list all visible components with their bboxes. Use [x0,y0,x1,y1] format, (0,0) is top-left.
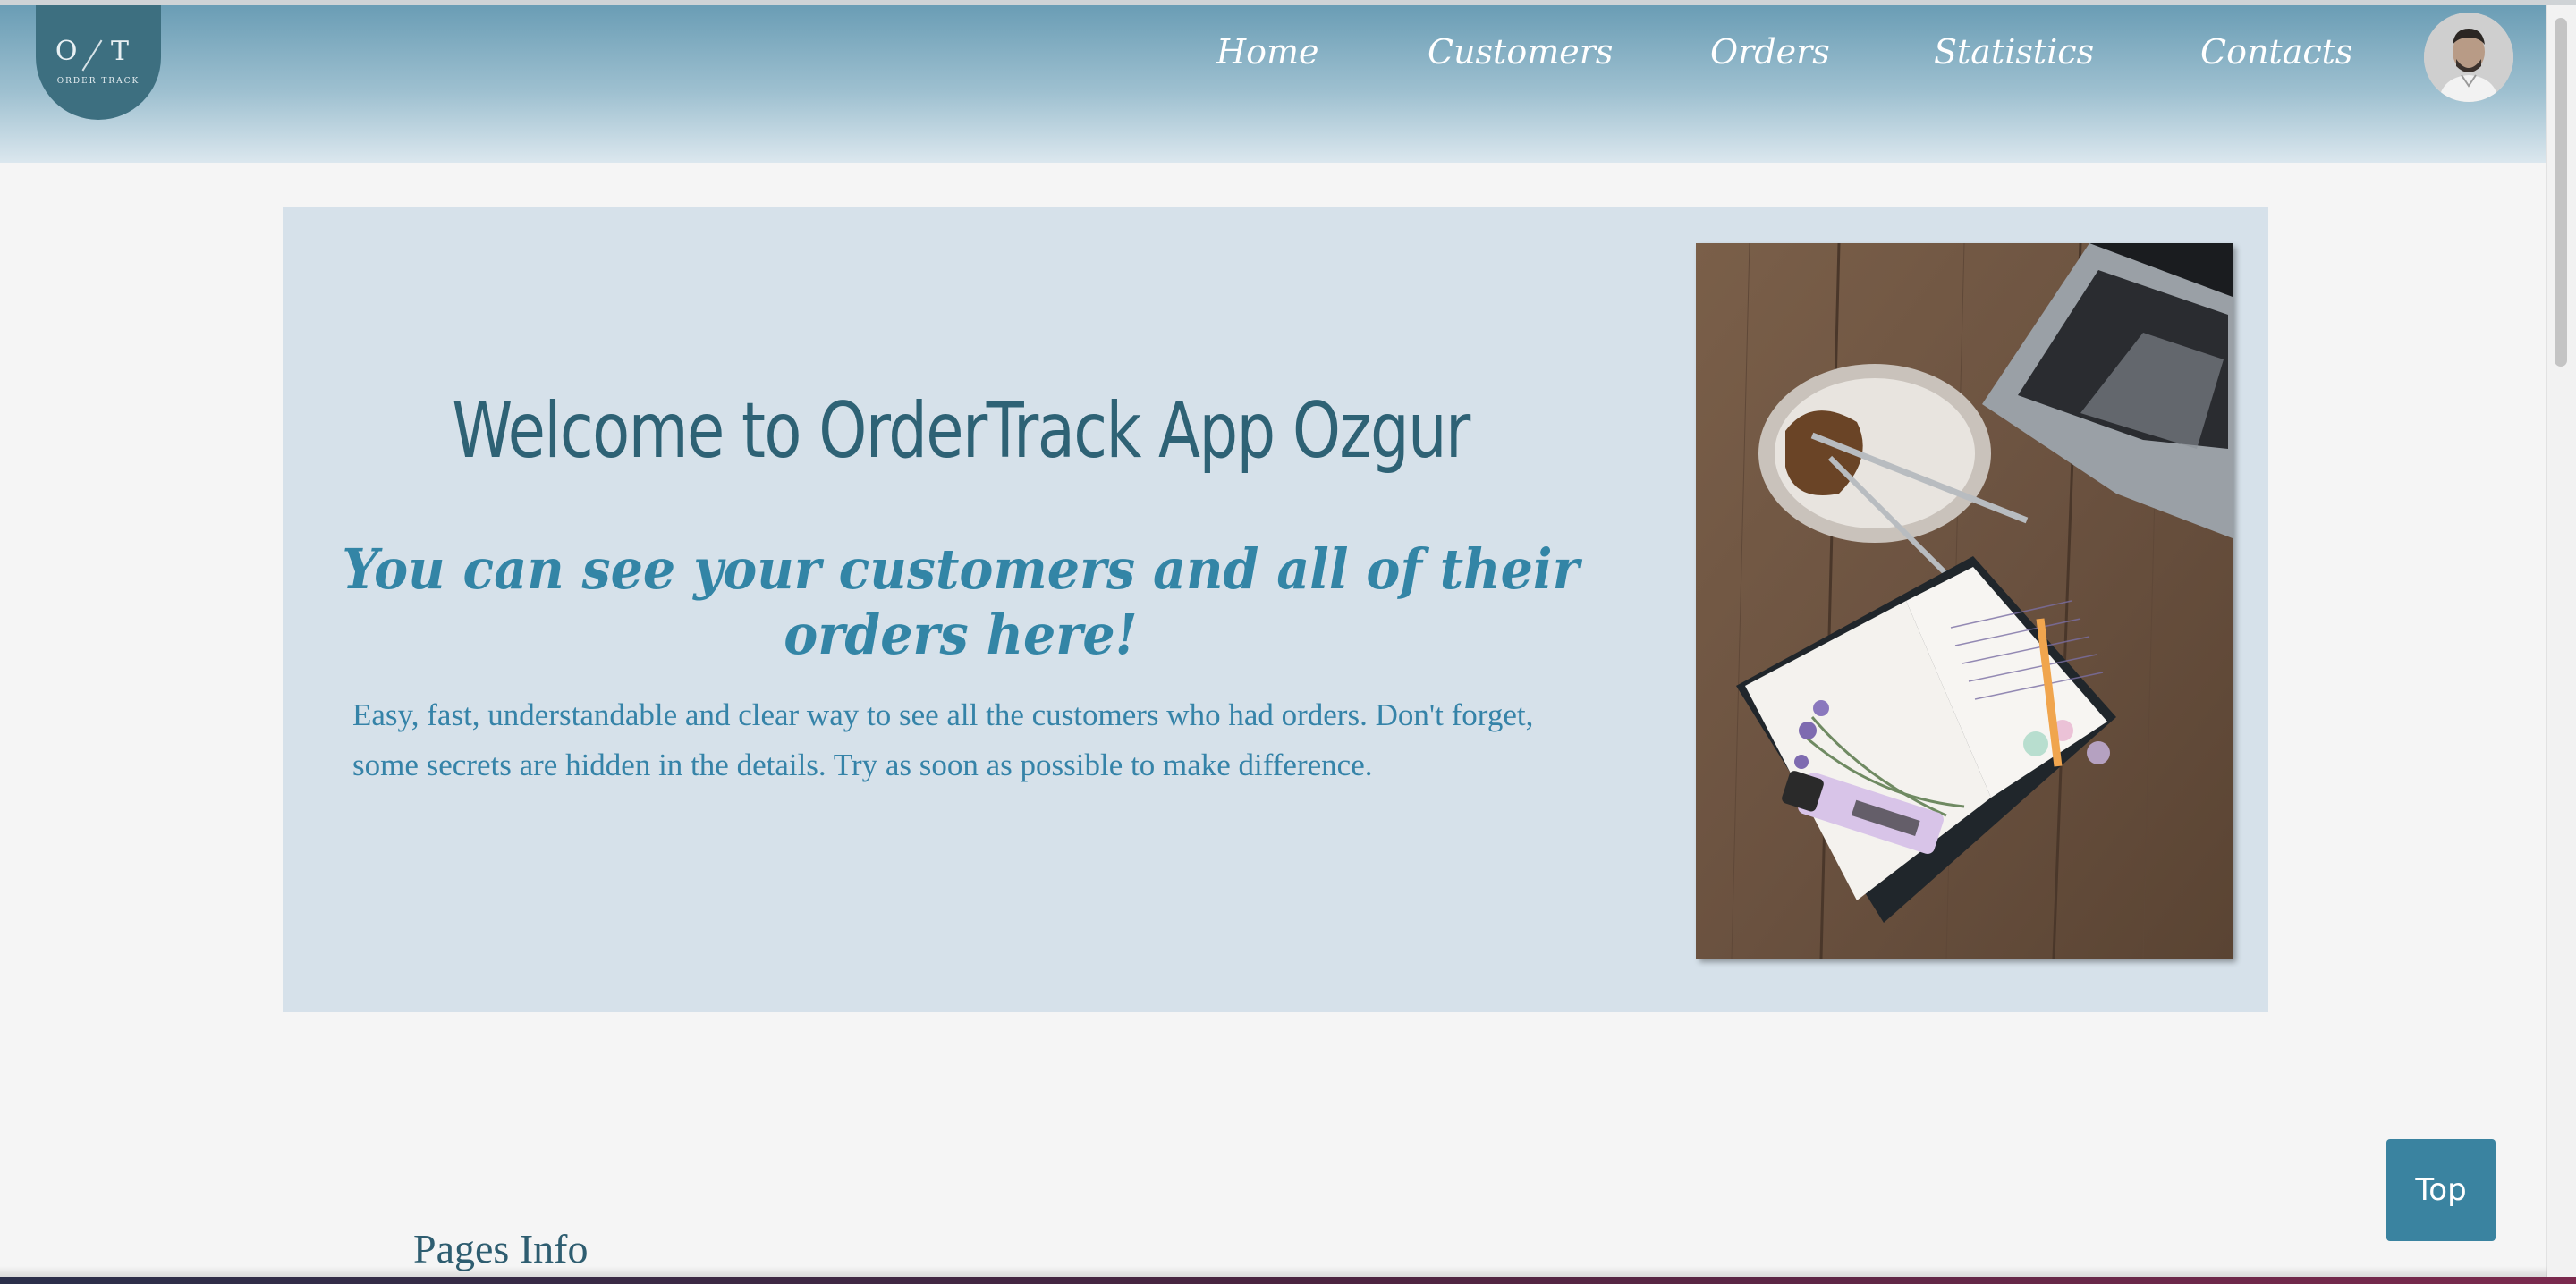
logo-monogram: O T [55,36,142,67]
hero-section: Welcome to OrderTrack App Ozgur You can … [283,207,2268,1012]
user-avatar-image [2424,13,2513,102]
ordertrack-logo[interactable]: O T ORDER TRACK [36,5,161,120]
page-scrollbar[interactable] [2546,5,2576,1284]
nav-orders-link[interactable]: Orders [1710,32,1830,72]
hero-description: Easy, fast, understandable and clear way… [352,697,1534,782]
nav-home-link[interactable]: Home [1216,32,1319,72]
window-bottom-strip [0,1277,2576,1284]
nav-customers-link[interactable]: Customers [1428,32,1613,72]
hero-title: Welcome to OrderTrack App Ozgur [452,386,1470,476]
scrollbar-thumb[interactable] [2555,18,2567,367]
desk-photo [1696,243,2233,959]
user-avatar[interactable] [2424,13,2513,102]
nav-statistics-link[interactable]: Statistics [1934,32,2094,72]
hero-subtitle: You can see your customers and all of th… [342,536,1580,667]
logo-wordmark: ORDER TRACK [56,77,140,86]
scroll-to-top-button[interactable]: Top [2386,1139,2496,1241]
navbar: O T ORDER TRACK Home Customers Orders St… [0,5,2547,163]
desk-photo-image [1696,243,2233,959]
nav-contacts-link[interactable]: Contacts [2200,32,2352,72]
